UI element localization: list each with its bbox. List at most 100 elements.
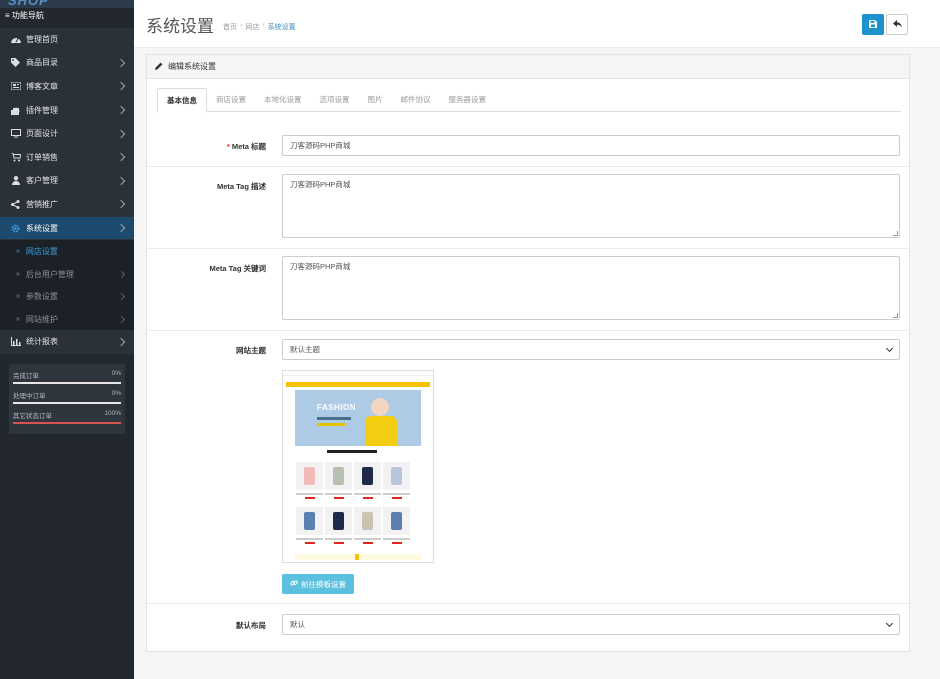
- order-stat-label: 其它状态订单: [13, 412, 52, 420]
- sidebar-item-menu-2[interactable]: 博客文章: [0, 75, 134, 99]
- reply-icon: [892, 19, 902, 30]
- gear-icon: [9, 224, 22, 233]
- sidebar-item-label: 系统设置: [26, 223, 58, 233]
- submenu-item[interactable]: » 参数设置: [0, 285, 134, 308]
- meta-description-label: Meta Tag 描述: [216, 182, 266, 191]
- submenu-item-label: 网店设置: [25, 247, 58, 257]
- theme-select[interactable]: 默认主题: [282, 339, 900, 360]
- chevron-down-icon: [885, 619, 894, 627]
- monitor-icon: [9, 129, 22, 138]
- theme-preview-product: [296, 462, 323, 504]
- sidebar-item-menu-5[interactable]: 订单销售: [0, 145, 134, 170]
- sidebar-item-menu-4[interactable]: 页面设计: [0, 122, 134, 146]
- sidebar-item-menu-7[interactable]: 营销推广: [0, 193, 134, 217]
- order-stat-value: 0%: [111, 389, 121, 397]
- panel-heading-text: 编辑系统设置: [168, 62, 216, 71]
- save-icon: [869, 19, 877, 30]
- theme-preview-banner: FASHION: [295, 390, 421, 446]
- template-settings-label: 前往模板设置: [301, 579, 346, 589]
- sidebar-item-settings[interactable]: 系统设置: [0, 216, 134, 241]
- tab-6[interactable]: 服务器设置: [440, 88, 496, 112]
- chevron-right-icon: [116, 176, 126, 186]
- tab-0[interactable]: 基本信息: [157, 88, 207, 113]
- template-settings-button[interactable]: 前往模板设置: [282, 574, 354, 594]
- back-button[interactable]: [886, 14, 908, 35]
- panel-heading: 编辑系统设置: [147, 55, 909, 79]
- theme-preview-product: [383, 507, 410, 549]
- meta-description-value: 刀客源码PHP商城: [290, 180, 351, 189]
- theme-preview-products: [296, 462, 420, 549]
- chevron-right-icon: [116, 105, 126, 115]
- chevron-right-icon: [116, 58, 126, 68]
- breadcrumb-shop[interactable]: 网店: [245, 22, 259, 32]
- order-stat-label: 完成订单: [13, 372, 39, 380]
- chevron-right-icon: [117, 315, 126, 323]
- sidebar-item-menu-3[interactable]: 插件管理: [0, 98, 134, 123]
- chevron-right-icon: [116, 337, 126, 346]
- resize-handle[interactable]: [893, 231, 898, 236]
- theme-preview-image: FASHION: [282, 370, 434, 563]
- tab-3[interactable]: 选项设置: [311, 88, 359, 112]
- layout-label: 默认布局: [236, 621, 266, 630]
- meta-description-textarea[interactable]: 刀客源码PHP商城: [282, 174, 900, 238]
- order-stat-value: 100%: [104, 409, 121, 417]
- order-stat-label: 处理中订单: [13, 392, 46, 400]
- submenu-item[interactable]: » 网店设置: [0, 240, 134, 263]
- puzzle-icon: [9, 106, 22, 115]
- sidebar-item-label: 营销推广: [26, 199, 58, 209]
- submenu-item-label: 后台用户管理: [25, 269, 74, 279]
- chevron-right-icon: [116, 153, 126, 162]
- page-title: 系统设置: [146, 17, 214, 36]
- bar-chart-icon: [9, 337, 22, 347]
- chevron-right-icon: [116, 223, 126, 233]
- resize-handle[interactable]: [893, 313, 898, 318]
- newspaper-icon: [9, 82, 22, 91]
- theme-preview-product: [296, 507, 323, 549]
- order-stat: 其它状态订单 100%: [13, 410, 121, 424]
- layout-select-value: 默认: [290, 619, 305, 629]
- order-stats: 完成订单 0% 处理中订单 0% 其它状态订单 100%: [9, 363, 125, 434]
- submenu-item[interactable]: » 网站维护: [0, 308, 134, 331]
- main-content: 系统设置 首页 › 网店 › 系统设置 编辑系统设置 基本信息 商店设置 本地化设置…: [134, 0, 940, 679]
- page-header: 系统设置 首页 › 网店 › 系统设置: [134, 0, 940, 48]
- meta-title-input[interactable]: 刀客源码PHP商城: [282, 135, 900, 156]
- logo-text: SHOP: [8, 0, 49, 8]
- user-icon: [9, 176, 22, 186]
- breadcrumb-current[interactable]: 系统设置: [268, 22, 296, 32]
- sidebar-item-reports[interactable]: 统计报表: [0, 330, 134, 354]
- share-icon: [9, 199, 22, 209]
- sidebar-item-menu-6[interactable]: 客户管理: [0, 169, 134, 194]
- chevron-right-icon: [117, 293, 126, 301]
- meta-keywords-textarea[interactable]: 刀客源码PHP商城: [282, 256, 900, 320]
- tab-2[interactable]: 本地化设置: [255, 88, 311, 112]
- tab-1[interactable]: 商店设置: [207, 88, 255, 112]
- cart-icon: [9, 152, 22, 162]
- submenu-item-label: 网站维护: [25, 314, 58, 324]
- tag-icon: [9, 58, 22, 68]
- order-stat-progress: [13, 381, 121, 384]
- breadcrumb-separator: ›: [240, 22, 243, 29]
- chevron-right-icon: [116, 82, 126, 91]
- theme-label: 网站主题: [236, 346, 266, 355]
- order-stat-progress: [13, 401, 121, 404]
- chevron-right-icon: [117, 270, 126, 278]
- order-stat: 处理中订单 0%: [13, 390, 121, 404]
- sidebar-item-dashboard[interactable]: 管理首页: [0, 28, 134, 52]
- meta-keywords-label: Meta Tag 关键词: [209, 264, 266, 273]
- sidebar-item-label: 客户管理: [26, 176, 58, 186]
- breadcrumb-home[interactable]: 首页: [223, 22, 237, 32]
- double-chevron-icon: »: [16, 293, 20, 301]
- tab-5[interactable]: 邮件协议: [392, 88, 440, 112]
- sidebar-item-menu-1[interactable]: 商品目录: [0, 51, 134, 76]
- theme-select-value: 默认主题: [290, 344, 320, 354]
- dashboard-icon: [9, 35, 22, 44]
- sidebar-item-label: 商品目录: [26, 58, 58, 68]
- chevron-down-icon: [885, 344, 894, 352]
- layout-select[interactable]: 默认: [282, 614, 900, 635]
- meta-title-label: * Meta 标题: [226, 142, 266, 151]
- tab-4[interactable]: 图片: [359, 88, 392, 112]
- chevron-right-icon: [116, 129, 126, 138]
- submenu-item[interactable]: » 后台用户管理: [0, 263, 134, 286]
- save-button[interactable]: [862, 14, 884, 35]
- submenu-item-label: 参数设置: [25, 292, 58, 302]
